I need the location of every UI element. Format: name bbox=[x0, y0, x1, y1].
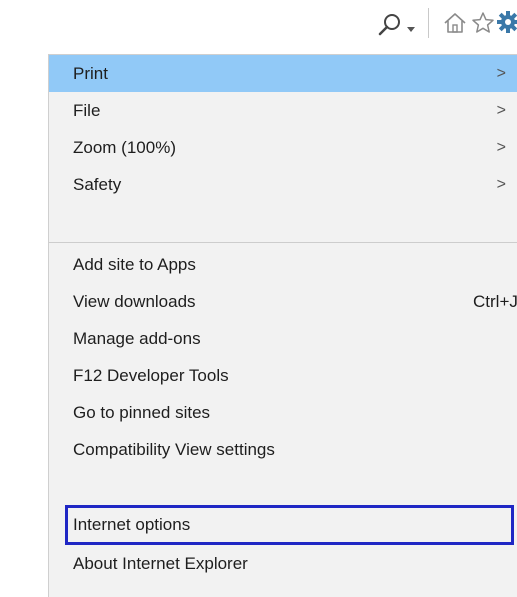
home-icon[interactable] bbox=[443, 11, 467, 35]
chevron-down-icon[interactable] bbox=[406, 21, 416, 32]
menu-item-developer-tools[interactable]: F12 Developer Tools bbox=[49, 357, 517, 394]
search-icon[interactable] bbox=[377, 12, 403, 38]
menu-item-view-downloads[interactable]: View downloads Ctrl+J bbox=[49, 283, 517, 320]
menu-item-about[interactable]: About Internet Explorer bbox=[49, 545, 517, 582]
favorites-star-icon[interactable] bbox=[471, 11, 495, 35]
menu-item-label: Print bbox=[73, 63, 108, 83]
menu-item-label: Add site to Apps bbox=[73, 254, 196, 274]
menu-item-pinned-sites[interactable]: Go to pinned sites bbox=[49, 394, 517, 431]
menu-item-label: File bbox=[73, 100, 101, 120]
submenu-arrow-icon: > bbox=[496, 101, 506, 119]
shortcut-label: Ctrl+J bbox=[473, 291, 517, 311]
menu-item-label: Go to pinned sites bbox=[73, 402, 211, 422]
menu-item-label: View downloads bbox=[73, 291, 196, 311]
menu-item-print[interactable]: Print > bbox=[49, 55, 517, 92]
menu-item-file[interactable]: File > bbox=[49, 92, 517, 129]
menu-item-label: Safety bbox=[73, 174, 122, 194]
menu-item-safety[interactable]: Safety > bbox=[49, 166, 517, 203]
menu-item-manage-add-ons[interactable]: Manage add-ons bbox=[49, 320, 517, 357]
menu-item-label: Compatibility View settings bbox=[73, 439, 275, 459]
command-bar bbox=[0, 0, 517, 46]
menu-item-add-site-to-apps[interactable]: Add site to Apps bbox=[49, 246, 517, 283]
menu-item-label: Manage add-ons bbox=[73, 328, 201, 348]
submenu-arrow-icon: > bbox=[496, 64, 506, 82]
menu-item-label: Zoom (100%) bbox=[73, 137, 176, 157]
menu-item-label: Internet options bbox=[73, 514, 191, 534]
submenu-arrow-icon: > bbox=[496, 138, 506, 156]
toolbar-separator bbox=[428, 8, 429, 38]
gear-icon[interactable] bbox=[496, 10, 517, 34]
menu-item-zoom[interactable]: Zoom (100%) > bbox=[49, 129, 517, 166]
menu-item-compatibility-view[interactable]: Compatibility View settings bbox=[49, 431, 517, 468]
menu-item-label: F12 Developer Tools bbox=[73, 365, 229, 385]
menu-divider bbox=[49, 242, 517, 243]
menu-item-internet-options[interactable]: Internet options bbox=[49, 506, 517, 543]
menu-item-label: About Internet Explorer bbox=[73, 553, 248, 573]
tools-menu: Print > File > Zoom (100%) > Safety > Ad… bbox=[48, 54, 517, 597]
submenu-arrow-icon: > bbox=[496, 175, 506, 193]
